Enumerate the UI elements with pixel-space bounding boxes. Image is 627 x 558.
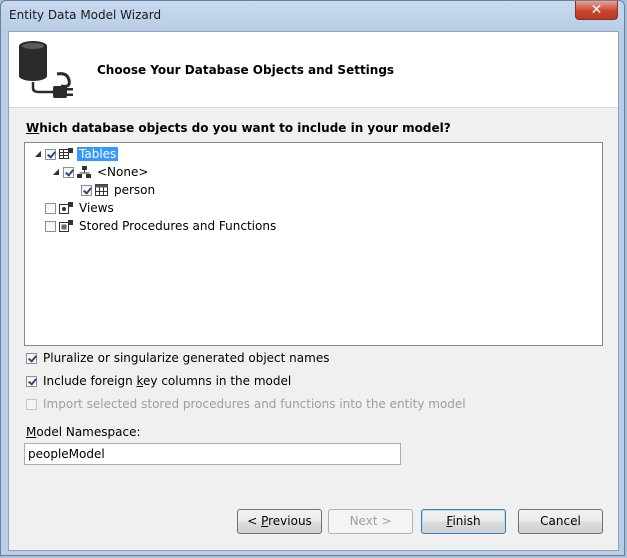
foreign-keys-label: Include foreign key columns in the model bbox=[43, 374, 292, 388]
tree-item-views[interactable]: Views bbox=[45, 199, 116, 217]
cancel-button[interactable]: Cancel bbox=[518, 509, 603, 534]
database-objects-tree[interactable]: ◢ Tables ◢ <None> person Views Stored Pr… bbox=[24, 142, 603, 346]
import-procedures-option: Import selected stored procedures and fu… bbox=[26, 397, 466, 411]
procedures-checkbox[interactable] bbox=[45, 220, 56, 232]
tree-item-label: Tables bbox=[77, 147, 119, 161]
expand-icon[interactable]: ◢ bbox=[33, 149, 43, 159]
close-icon: ✕ bbox=[590, 2, 603, 18]
foreign-keys-option[interactable]: Include foreign key columns in the model bbox=[26, 374, 291, 388]
import-procedures-label: Import selected stored procedures and fu… bbox=[43, 397, 466, 411]
objects-question-label: Which database objects do you want to in… bbox=[26, 121, 451, 135]
tree-item-label: <None> bbox=[97, 165, 149, 179]
procedures-icon bbox=[59, 219, 73, 232]
title-bar[interactable]: Entity Data Model Wizard ✕ bbox=[1, 1, 624, 31]
question-text: hich database objects do you want to inc… bbox=[39, 121, 451, 135]
previous-button[interactable]: < Previous bbox=[237, 509, 322, 534]
close-button[interactable]: ✕ bbox=[575, 1, 618, 20]
pluralize-option[interactable]: Pluralize or singularize generated objec… bbox=[26, 351, 329, 365]
model-namespace-label: Model Namespace: bbox=[26, 425, 141, 439]
pluralize-checkbox[interactable] bbox=[26, 352, 37, 364]
person-checkbox[interactable] bbox=[81, 184, 92, 196]
window-title: Entity Data Model Wizard bbox=[9, 8, 162, 22]
tree-item-stored-procedures[interactable]: Stored Procedures and Functions bbox=[45, 217, 278, 235]
tree-item-person[interactable]: person bbox=[81, 181, 157, 199]
expand-icon[interactable]: ◢ bbox=[51, 167, 61, 177]
views-checkbox[interactable] bbox=[45, 202, 56, 214]
wizard-window: Entity Data Model Wizard ✕ Choose Your D… bbox=[0, 0, 625, 556]
wizard-header: Choose Your Database Objects and Setting… bbox=[9, 32, 618, 108]
foreign-keys-checkbox[interactable] bbox=[26, 375, 37, 387]
pluralize-label: Pluralize or singularize generated objec… bbox=[43, 351, 330, 365]
tables-icon bbox=[59, 147, 73, 159]
question-accel: W bbox=[26, 121, 40, 135]
table-icon bbox=[95, 184, 108, 196]
tree-item-label: Views bbox=[79, 201, 114, 215]
schema-icon bbox=[77, 165, 91, 178]
finish-button[interactable]: Finish bbox=[421, 509, 506, 534]
import-procedures-checkbox bbox=[26, 398, 37, 410]
tables-checkbox[interactable] bbox=[45, 148, 56, 160]
tree-item-label: Stored Procedures and Functions bbox=[79, 219, 277, 233]
page-title: Choose Your Database Objects and Setting… bbox=[97, 63, 395, 77]
database-plug-icon bbox=[19, 41, 73, 98]
views-icon bbox=[59, 201, 73, 214]
schema-checkbox[interactable] bbox=[63, 166, 74, 178]
model-namespace-input[interactable] bbox=[24, 443, 401, 465]
tree-item-label: person bbox=[114, 183, 156, 197]
wizard-body: Choose Your Database Objects and Setting… bbox=[8, 31, 619, 551]
next-button: Next > bbox=[328, 509, 413, 534]
tree-item-tables[interactable]: ◢ Tables bbox=[33, 145, 119, 163]
tree-item-schema-none[interactable]: ◢ <None> bbox=[51, 163, 150, 181]
